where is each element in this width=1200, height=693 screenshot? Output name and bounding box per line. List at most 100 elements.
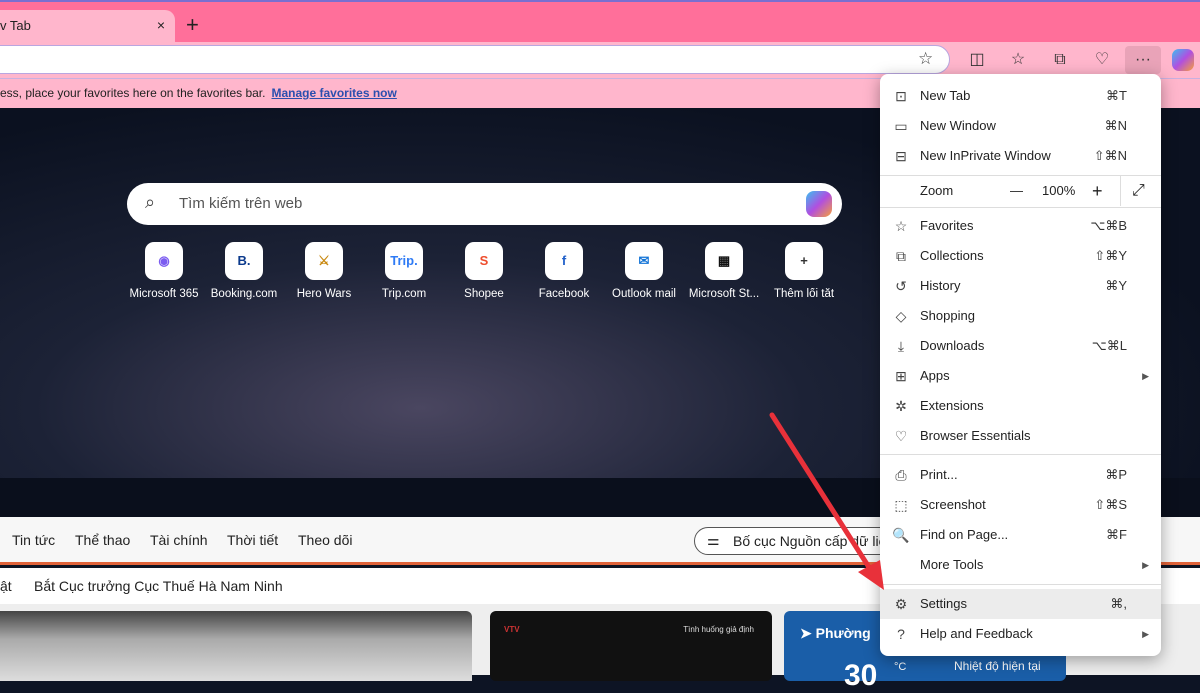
heart-pulse-icon: ♡: [894, 428, 908, 444]
search-icon: ⌕: [145, 192, 156, 212]
shortcut-icon: ⚔: [305, 242, 343, 280]
favorites-bar-text: ess, place your favorites here on the fa…: [0, 86, 266, 100]
menu-item-screenshot[interactable]: ⬚ Screenshot ⇧⌘S: [880, 490, 1161, 520]
ticker-prefix: ật: [0, 578, 12, 594]
menu-item-label: Shopping: [920, 308, 975, 323]
gear-icon: ⚙: [894, 596, 908, 612]
menu-item-shortcut: ⇧⌘N: [1093, 148, 1127, 163]
tab-strip: [0, 0, 1200, 42]
star-icon[interactable]: ☆: [918, 49, 933, 69]
shortcut-tile[interactable]: S Shopee: [444, 242, 524, 300]
menu-separator: [880, 207, 1161, 208]
news-card[interactable]: [0, 611, 472, 681]
browser-essentials-icon[interactable]: ♡: [1086, 46, 1118, 74]
apps-icon: ⊞: [895, 368, 907, 384]
news-tab[interactable]: Tin tức: [12, 532, 55, 548]
news-tab[interactable]: Theo dõi: [298, 532, 352, 548]
menu-separator: [880, 454, 1161, 455]
weather-location: ➤ Phường: [800, 625, 871, 641]
new-tab-icon: ⊡: [895, 88, 907, 104]
shortcut-label: Microsoft St...: [688, 288, 760, 300]
shortcut-tile[interactable]: + Thêm lối tắt: [764, 242, 844, 300]
sliders-icon: ⚌: [707, 532, 720, 548]
menu-item-label: More Tools: [920, 557, 984, 572]
submenu-arrow-icon: ▶: [1142, 371, 1149, 381]
menu-item-print[interactable]: ⎙ Print... ⌘P: [880, 460, 1161, 490]
menu-item-help-and-feedback[interactable]: ? Help and Feedback ▶: [880, 619, 1161, 649]
split-screen-icon[interactable]: ◫: [961, 46, 993, 74]
copilot-icon[interactable]: [1172, 49, 1194, 71]
feed-layout-label: Bố cục Nguồn cấp dữ liệu: [733, 533, 894, 549]
menu-item-collections[interactable]: ⧉ Collections ⇧⌘Y: [880, 241, 1161, 271]
menu-item-settings[interactable]: ⚙ Settings ⌘,: [880, 589, 1161, 619]
menu-item-new-window[interactable]: ▭ New Window ⌘N: [880, 111, 1161, 141]
menu-item-extensions[interactable]: ✲ Extensions: [880, 391, 1161, 421]
address-bar[interactable]: [0, 45, 950, 74]
zoom-out-button[interactable]: —: [1010, 176, 1023, 206]
shortcut-tile[interactable]: ◉ Microsoft 365: [124, 242, 204, 300]
menu-item-shortcut: ⌘N: [1104, 118, 1127, 133]
menu-item-find-on-page[interactable]: 🔍 Find on Page... ⌘F: [880, 520, 1161, 550]
search-input[interactable]: ⌕ Tìm kiếm trên web: [127, 183, 842, 225]
menu-item-label: History: [920, 278, 961, 293]
screenshot-icon: ⬚: [894, 497, 908, 513]
menu-item-browser-essentials[interactable]: ♡ Browser Essentials: [880, 421, 1161, 451]
zoom-row: Zoom — 100% + ⤢: [880, 176, 1161, 206]
menu-item-label: Browser Essentials: [920, 428, 1031, 443]
zoom-in-button[interactable]: +: [1092, 176, 1103, 206]
menu-item-label: Favorites: [920, 218, 974, 233]
shortcut-tile[interactable]: ▦ Microsoft St...: [684, 242, 764, 300]
menu-item-shortcut: ⇧⌘Y: [1094, 248, 1127, 263]
weather-temp: 30: [844, 659, 878, 692]
menu-item-label: Screenshot: [920, 497, 986, 512]
menu-item-downloads[interactable]: ⤓ Downloads ⌥⌘L: [880, 331, 1161, 361]
shortcut-icon: S: [465, 242, 503, 280]
shortcut-tile[interactable]: f Facebook: [524, 242, 604, 300]
video-card[interactable]: VTV Tình huống giả định: [490, 611, 772, 681]
menu-item-apps[interactable]: ⊞ Apps ▶: [880, 361, 1161, 391]
news-tab[interactable]: Thời tiết: [227, 532, 278, 548]
shopping-tag-icon: ◇: [895, 308, 907, 324]
shortcut-tile[interactable]: Trip. Trip.com: [364, 242, 444, 300]
news-tab[interactable]: Thể thao: [75, 532, 130, 548]
menu-item-new-tab[interactable]: ⊡ New Tab ⌘T: [880, 81, 1161, 111]
favorites-icon[interactable]: ☆: [1002, 46, 1034, 74]
fullscreen-icon[interactable]: ⤢: [1132, 176, 1145, 206]
menu-item-shortcut: ⌘Y: [1105, 278, 1127, 293]
shortcut-label: Shopee: [464, 288, 504, 300]
menu-item-more-tools[interactable]: More Tools ▶: [880, 550, 1161, 580]
menu-item-shortcut: ⇧⌘S: [1094, 497, 1127, 512]
menu-item-favorites[interactable]: ☆ Favorites ⌥⌘B: [880, 211, 1161, 241]
menu-item-label: New InPrivate Window: [920, 148, 1051, 163]
feed-layout-button[interactable]: ⚌ Bố cục Nguồn cấp dữ liệu: [694, 527, 894, 555]
copilot-icon[interactable]: [806, 191, 832, 217]
shortcut-tile[interactable]: B. Booking.com: [204, 242, 284, 300]
search-placeholder: Tìm kiếm trên web: [179, 195, 303, 212]
more-icon[interactable]: ···: [1125, 46, 1161, 74]
tab-new-tab[interactable]: v Tab ×: [0, 10, 175, 42]
menu-item-shopping[interactable]: ◇ Shopping: [880, 301, 1161, 331]
shortcut-icon: f: [545, 242, 583, 280]
shortcut-tile[interactable]: ✉ Outlook mail: [604, 242, 684, 300]
zoom-level: 100%: [1042, 183, 1076, 198]
menu-item-label: Downloads: [920, 338, 985, 353]
close-tab-icon[interactable]: ×: [157, 17, 165, 33]
zoom-label: Zoom: [920, 183, 954, 198]
manage-favorites-link[interactable]: Manage favorites now: [271, 86, 396, 100]
menu-item-shortcut: ⌘T: [1106, 88, 1127, 103]
menu-item-label: New Window: [920, 118, 996, 133]
shortcut-tile[interactable]: ⚔ Hero Wars: [284, 242, 364, 300]
collections-icon[interactable]: ⧉: [1044, 46, 1076, 74]
shortcut-label: Hero Wars: [296, 288, 352, 300]
weather-unit: °C: [894, 661, 907, 673]
new-tab-button[interactable]: +: [186, 12, 199, 38]
menu-item-new-inprivate-window[interactable]: ⊟ New InPrivate Window ⇧⌘N: [880, 141, 1161, 171]
ticker-headline[interactable]: Bắt Cục trưởng Cục Thuế Hà Nam Ninh: [34, 578, 283, 594]
shortcut-label: Trip.com: [381, 288, 427, 300]
menu-item-label: Collections: [920, 248, 984, 263]
menu-item-label: Help and Feedback: [920, 626, 1033, 641]
news-tab[interactable]: Tài chính: [150, 532, 208, 548]
find-icon: 🔍: [892, 527, 910, 543]
printer-icon: ⎙: [895, 467, 907, 483]
menu-item-history[interactable]: ↺ History ⌘Y: [880, 271, 1161, 301]
